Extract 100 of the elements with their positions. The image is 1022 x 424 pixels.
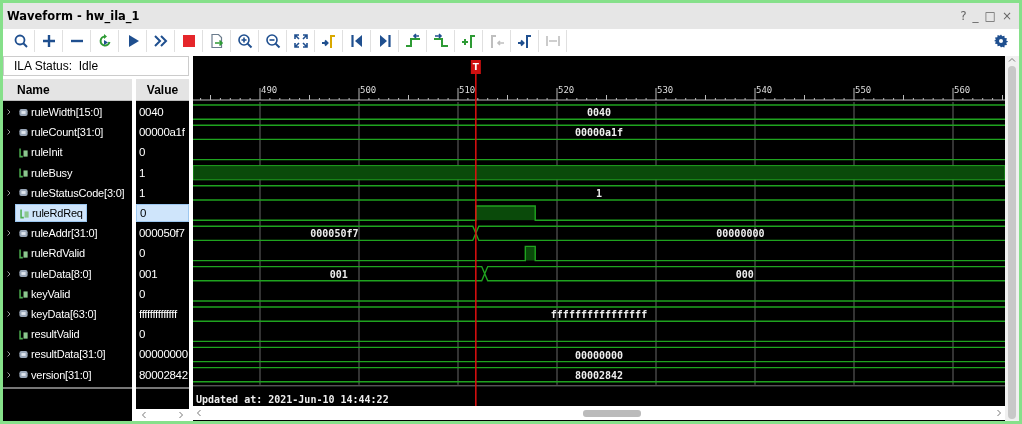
step-arrow-icon [432,33,449,49]
column-header[interactable]: Name [3,79,132,101]
signal-icon [18,146,29,158]
bus-icon [18,106,29,118]
bus-value: 001 [329,268,348,280]
signal-icon [18,247,29,259]
signal-icon [18,167,29,179]
signal-label: ruleInit [31,146,63,159]
time-label: 550 [855,85,872,95]
scroll-up-icon [1008,56,1016,64]
search-icon [12,33,29,49]
signal-value: 000050f7 [138,226,186,242]
time-label: 560 [954,85,971,95]
bus-value: 0040 [586,107,612,119]
signal-label: resultData[31:0] [31,348,106,361]
bus-value: 00000000 [716,228,765,240]
signal-label: ruleRdReq [32,207,83,220]
chevron-icon[interactable] [5,369,13,380]
signal-value: 1 [138,165,147,181]
bus-value: 000050f7 [310,228,359,240]
signal-name[interactable]: ruleRdReq [15,204,87,223]
signal-name[interactable]: resultData[31:0] [15,345,109,364]
bus-value: 1 [596,187,602,199]
signal-name[interactable]: ruleCount[31:0] [15,123,107,142]
signal-name[interactable]: ruleInit [15,143,66,162]
help-button[interactable]: ? [957,9,970,23]
column-header[interactable]: Value [136,79,189,101]
signal-name[interactable]: ruleRdValid [15,244,88,263]
skip-start-icon [348,33,365,49]
signal-name[interactable]: resultValid [15,325,83,344]
update-time: Updated at: 2021-Jun-10 14:44:22 [196,394,389,405]
signal-name[interactable]: ruleWidth[15:0] [15,103,105,122]
plus-bracket-icon [460,33,477,49]
chevron-icon[interactable] [5,187,13,198]
time-label: 510 [459,85,476,95]
scrollbar-thumb[interactable] [1008,66,1016,419]
signal-value: ffffffffffffff [138,306,179,322]
window-title: Waveform - hw_ila_1 [7,9,141,23]
signal-value: 001 [138,266,159,282]
signal-name[interactable]: ruleAddr[31:0] [15,224,101,243]
bus-icon [18,348,29,360]
signal-value: 0 [138,145,147,161]
scroll-left-icon [140,410,148,420]
time-label: 540 [756,85,773,95]
bus-value: 00000000 [574,349,624,361]
signal-value: 0 [138,246,147,262]
signal-label: keyValid [31,287,71,300]
bracket-arrows-icon [544,33,561,49]
maximize-button[interactable]: □ [981,9,999,23]
signal-value: 80002842 [138,367,189,383]
time-label: 500 [360,85,377,95]
signal-icon [19,207,30,219]
bracket-arrow-icon [488,33,505,49]
double-chevron-icon [152,33,169,49]
bus-icon [18,369,29,381]
signal-label: ruleBusy [31,166,73,179]
bus-icon [18,126,29,138]
settings-icon [994,34,1008,48]
signal-name[interactable]: keyValid [15,284,74,303]
zoom-out-icon [264,33,281,49]
zoom-in-icon [236,33,253,49]
signal-value: 0 [138,286,147,302]
bus-value: ffffffffffffffff [550,309,648,321]
signal-icon [18,328,29,340]
signal-name[interactable]: version[31:0] [15,365,95,384]
plus-icon [40,33,57,49]
cursor-marker: T [470,60,481,74]
close-button[interactable]: × [998,9,1015,23]
ila-status: ILA Status: Idle [3,56,189,76]
scrollbar-thumb[interactable] [583,409,641,417]
signal-value: 00000a1f [138,125,186,141]
bus-icon [18,187,29,199]
time-label: 490 [261,85,278,95]
signal-value: 0 [136,204,189,223]
step-arrow-icon [404,33,421,49]
signal-name[interactable]: ruleStatusCode[3:0] [15,183,128,202]
bus-value: 000 [735,268,754,280]
signal-name[interactable]: keyData[63:0] [15,304,100,323]
signal-icon [18,288,29,300]
expand-arrows-icon [292,33,309,49]
signal-label: ruleAddr[31:0] [31,227,98,240]
signal-label: ruleWidth[15:0] [31,106,102,119]
scroll-right-icon [995,408,1003,418]
signal-label: ruleStatusCode[3:0] [31,186,125,199]
chevron-icon[interactable] [5,308,13,319]
document-arrow-icon [208,33,225,49]
arrow-bracket-icon [320,33,337,49]
bus-icon [18,268,29,280]
signal-name[interactable]: ruleBusy [15,163,76,182]
minimize-button[interactable]: _ [969,9,982,23]
bus-icon [18,227,29,239]
signal-label: ruleRdValid [31,247,85,260]
signal-value: 00000000 [138,347,189,363]
arrow-bracket-icon [516,33,533,49]
signal-value: 0 [138,327,147,343]
chevron-icon[interactable] [5,268,13,279]
signal-label: ruleCount[31:0] [31,126,104,139]
time-label: 520 [558,85,575,95]
scroll-left-icon [195,408,203,418]
signal-name[interactable]: ruleData[8:0] [15,264,95,283]
